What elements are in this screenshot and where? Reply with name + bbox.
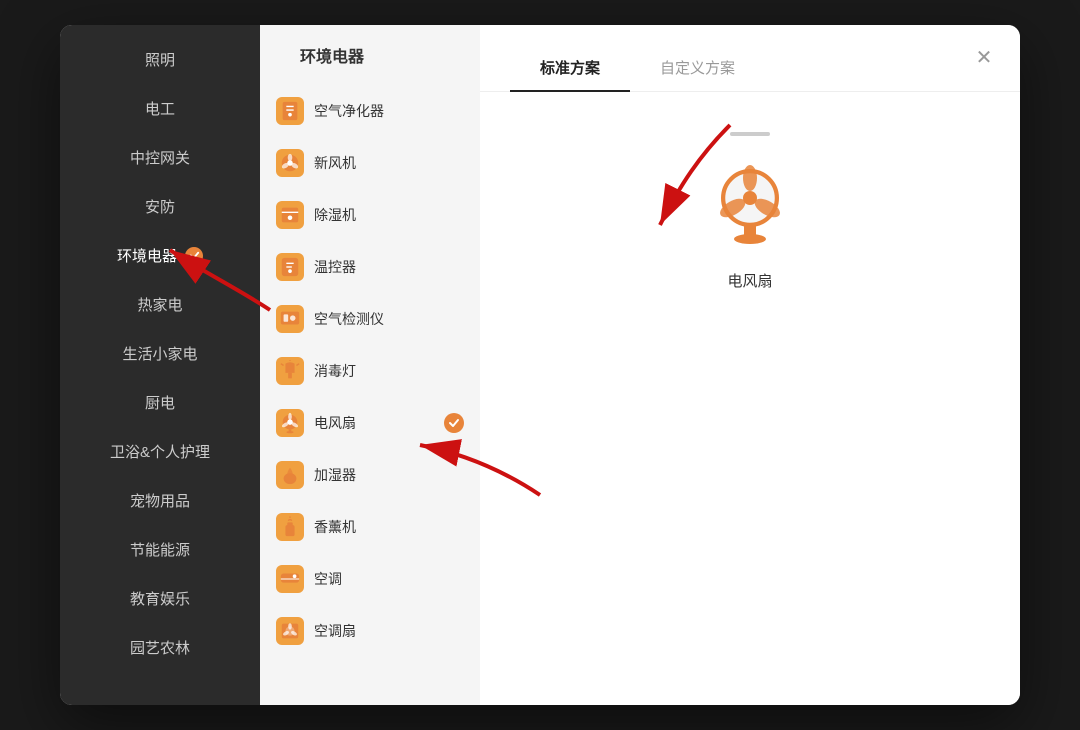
category-label: 空调扇 [314, 621, 464, 641]
purifier-icon [276, 97, 304, 125]
close-button[interactable]: ✕ [968, 41, 1000, 73]
right-panel: 标准方案自定义方案 [480, 25, 1020, 705]
category-label: 消毒灯 [314, 361, 464, 381]
box-icon [276, 201, 304, 229]
detector-icon [276, 305, 304, 333]
sidebar-item-pet[interactable]: 宠物用品 [60, 476, 260, 525]
sidebar-item-env_appliance[interactable]: 环境电器 [60, 231, 260, 280]
category-item-fresh_air[interactable]: 新风机 [260, 137, 480, 189]
device-preview: 电风扇 [705, 156, 795, 291]
sidebar-item-garden[interactable]: 园艺农林 [60, 623, 260, 672]
category-label: 空调 [314, 569, 464, 589]
tab-custom[interactable]: 自定义方案 [630, 45, 765, 92]
main-dialog: 环境电器 ✕ 照明电工中控网关安防环境电器热家电生活小家电厨电卫浴&个人护理宠物… [60, 25, 1020, 705]
selected-device-name: 电风扇 [727, 270, 772, 291]
category-item-air_detector[interactable]: 空气检测仪 [260, 293, 480, 345]
sidebar-item-lighting[interactable]: 照明 [60, 35, 260, 84]
device-preview-area: 电风扇 [480, 92, 1020, 705]
sidebar-item-label: 园艺农林 [130, 637, 190, 658]
category-item-ac[interactable]: 空调 [260, 553, 480, 605]
sidebar-item-label: 宠物用品 [130, 490, 190, 511]
category-item-dehumidifier[interactable]: 除湿机 [260, 189, 480, 241]
ac_fan-icon [276, 617, 304, 645]
category-item-aroma[interactable]: 香薰机 [260, 501, 480, 553]
fan-icon [705, 156, 795, 246]
sidebar-item-label: 照明 [145, 49, 175, 70]
aroma-icon [276, 513, 304, 541]
sidebar-item-label: 教育娱乐 [130, 588, 190, 609]
category-label: 加湿器 [314, 465, 464, 485]
category-item-thermostat[interactable]: 温控器 [260, 241, 480, 293]
category-label: 香薰机 [314, 517, 464, 537]
sidebar-item-kitchen[interactable]: 厨电 [60, 378, 260, 427]
category-item-air_purifier[interactable]: 空气净化器 [260, 85, 480, 137]
sidebar-item-bathroom[interactable]: 卫浴&个人护理 [60, 427, 260, 476]
sidebar-item-label: 热家电 [137, 294, 182, 315]
sidebar-item-label: 厨电 [145, 392, 175, 413]
tab-bar: 标准方案自定义方案 [480, 25, 1020, 92]
category-label: 空气净化器 [314, 101, 464, 121]
category-label: 温控器 [314, 257, 464, 277]
sidebar-item-label: 电工 [145, 98, 175, 119]
sidebar-item-electrician[interactable]: 电工 [60, 84, 260, 133]
category-item-electric_fan[interactable]: 电风扇 [260, 397, 480, 449]
sidebar-check-badge [185, 247, 203, 265]
sidebar-item-label: 中控网关 [130, 147, 190, 168]
sidebar-item-label: 生活小家电 [122, 343, 197, 364]
category-label: 除湿机 [314, 205, 464, 225]
category-check-badge [444, 413, 464, 433]
separator-bar [730, 132, 770, 136]
sidebar-item-small_appliance[interactable]: 生活小家电 [60, 329, 260, 378]
category-label: 电风扇 [314, 413, 434, 433]
fan-icon-wrapper [705, 156, 795, 246]
sidebar-item-label: 环境电器 [117, 245, 177, 266]
sidebar: 照明电工中控网关安防环境电器热家电生活小家电厨电卫浴&个人护理宠物用品节能能源教… [60, 25, 260, 705]
fan-icon [276, 409, 304, 437]
dialog-title: 环境电器 [280, 25, 384, 85]
sidebar-item-label: 安防 [145, 196, 175, 217]
sidebar-item-hot_appliance[interactable]: 热家电 [60, 280, 260, 329]
humidifier-icon [276, 461, 304, 489]
fan_circle-icon [276, 149, 304, 177]
category-label: 空气检测仪 [314, 309, 464, 329]
category-label: 新风机 [314, 153, 464, 173]
sidebar-item-energy[interactable]: 节能能源 [60, 525, 260, 574]
sidebar-item-label: 卫浴&个人护理 [110, 441, 210, 462]
ac-icon [276, 565, 304, 593]
category-list: 空气净化器新风机除湿机温控器空气检测仪消毒灯电风扇加湿器香薰机空调空调扇 [260, 25, 480, 705]
sidebar-item-label: 节能能源 [130, 539, 190, 560]
temp-icon [276, 253, 304, 281]
sidebar-item-education[interactable]: 教育娱乐 [60, 574, 260, 623]
category-item-ac_fan[interactable]: 空调扇 [260, 605, 480, 657]
sidebar-item-gateway[interactable]: 中控网关 [60, 133, 260, 182]
category-item-humidifier[interactable]: 加湿器 [260, 449, 480, 501]
tab-standard[interactable]: 标准方案 [510, 45, 630, 92]
category-item-uv_lamp[interactable]: 消毒灯 [260, 345, 480, 397]
sidebar-item-security[interactable]: 安防 [60, 182, 260, 231]
lamp-icon [276, 357, 304, 385]
